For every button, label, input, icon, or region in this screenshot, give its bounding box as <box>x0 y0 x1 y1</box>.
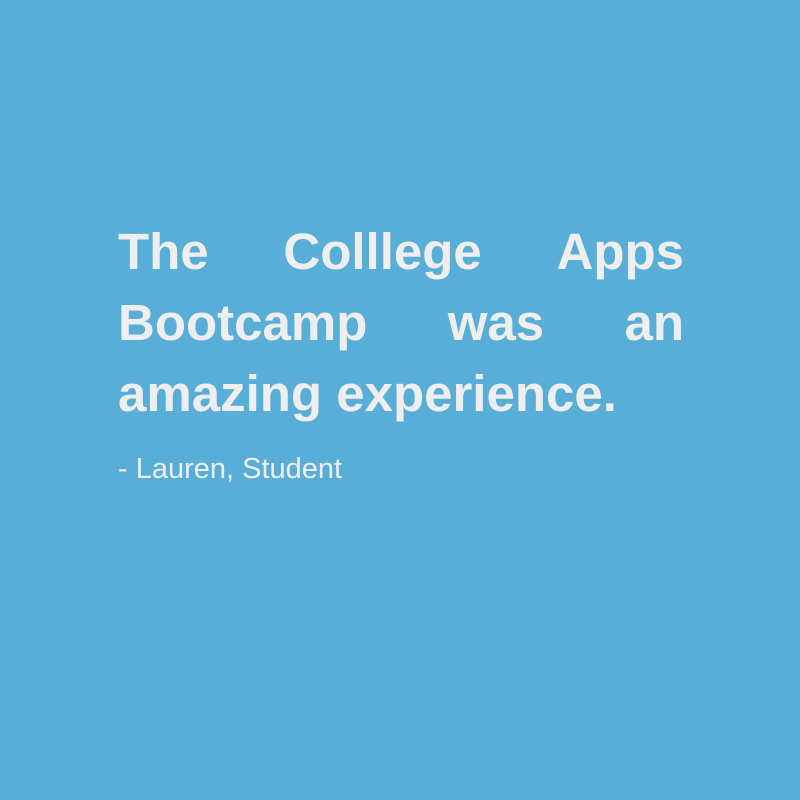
quote-word: The <box>118 223 209 280</box>
quote-word: amazing experience. <box>118 365 617 422</box>
quote-word: an <box>624 294 684 351</box>
quote-line-1: The Colllege Apps <box>118 216 684 287</box>
quote-line-3: amazing experience. <box>118 358 684 429</box>
quote-attribution: - Lauren, Student <box>118 453 343 485</box>
quote-word: Apps <box>556 223 684 280</box>
quote-word: Bootcamp <box>118 294 368 351</box>
quote-line-2: Bootcamp was an <box>118 287 684 358</box>
quote-word: was <box>447 294 545 351</box>
testimonial-card: The Colllege Apps Bootcamp was an amazin… <box>0 0 800 800</box>
testimonial-quote: The Colllege Apps Bootcamp was an amazin… <box>118 216 684 429</box>
quote-word: Colllege <box>283 223 482 280</box>
